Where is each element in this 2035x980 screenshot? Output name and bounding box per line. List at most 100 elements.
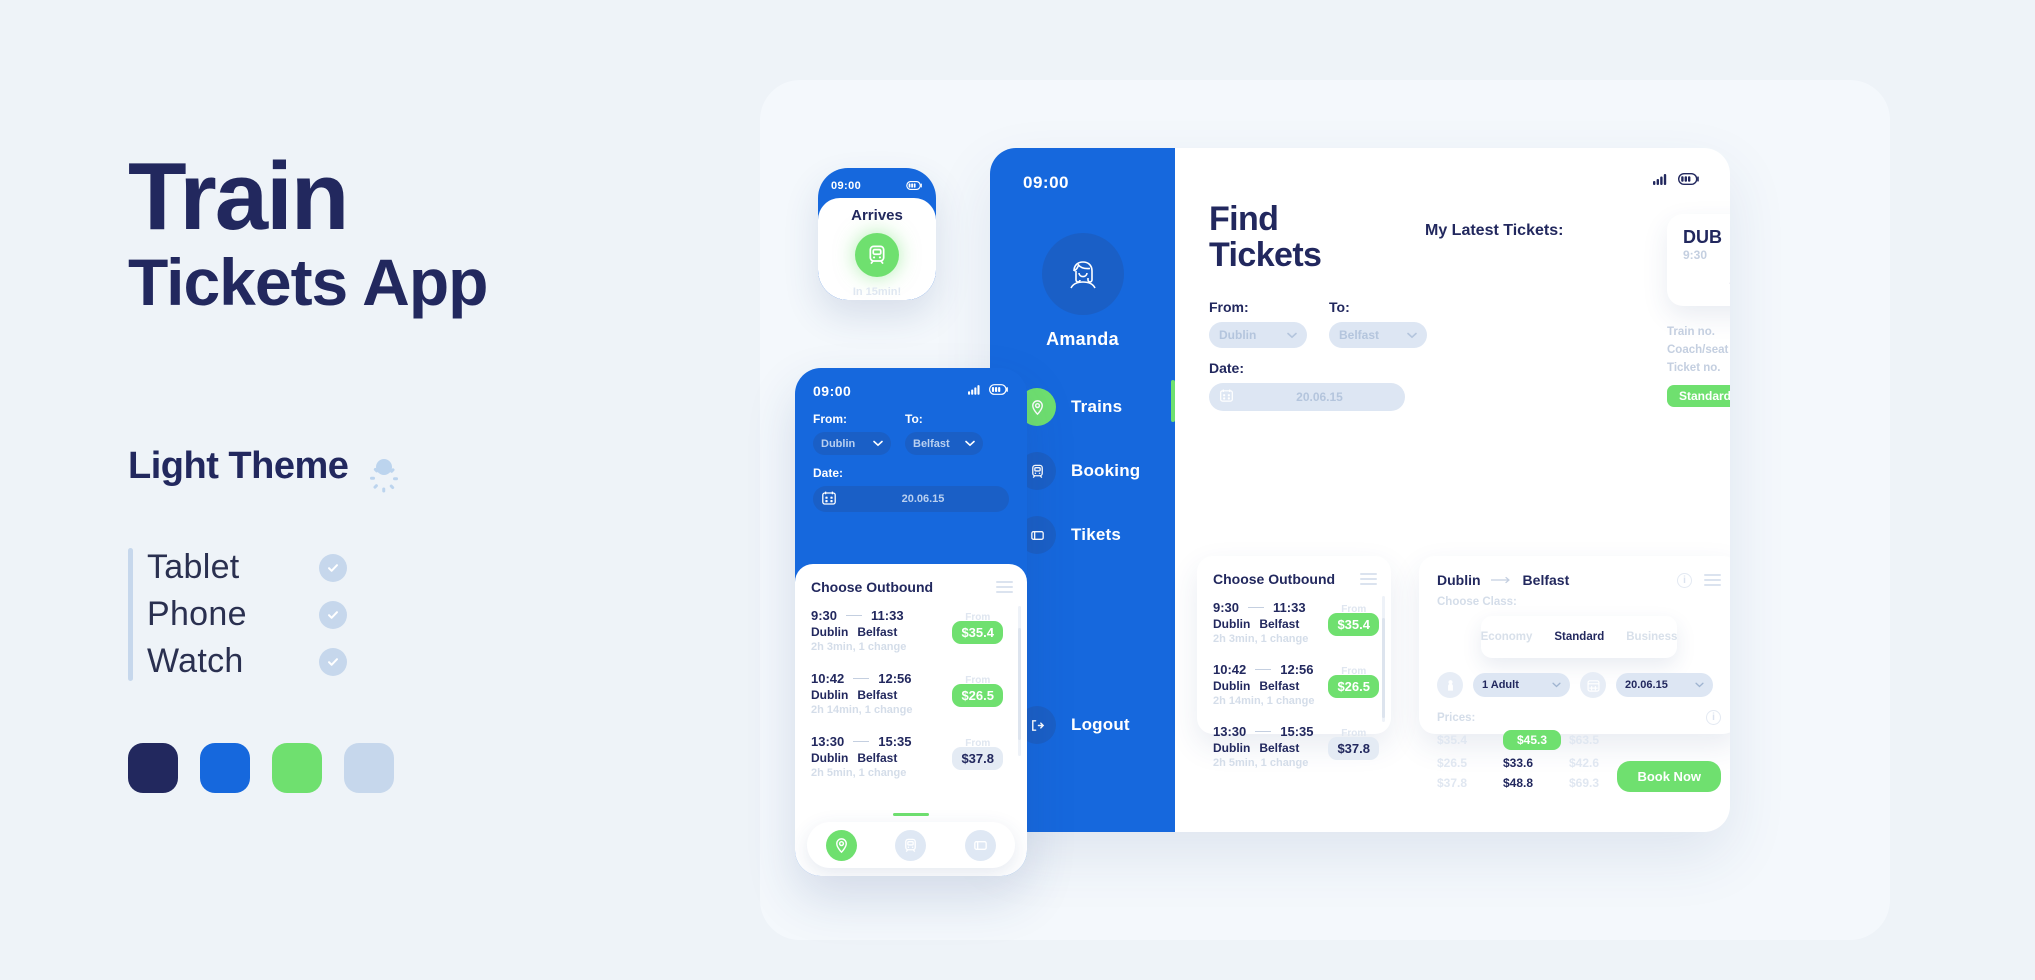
sidebar-item-trains[interactable]: Trains (1018, 388, 1175, 426)
device-label: Tablet (147, 548, 240, 587)
swatch-navy (128, 743, 178, 794)
avatar[interactable] (1041, 233, 1124, 315)
ticket-from-time: 9:30 (1683, 247, 1708, 262)
arrow-right-icon (1255, 668, 1272, 671)
status-badge: Standard (1667, 385, 1730, 407)
trip-row[interactable]: 10:42 12:56 Dublin Belfast 2h 14min, 1 c… (811, 671, 1013, 716)
sidebar-item-tickets[interactable]: Tikets (1018, 516, 1175, 554)
trip-to-city: Belfast (1259, 617, 1300, 631)
sidebar-item-logout[interactable]: Logout (1018, 706, 1130, 744)
price-standard[interactable]: $45.3 (1503, 730, 1561, 750)
device-item-phone: Phone (147, 595, 347, 634)
from-select[interactable]: Dublin (1209, 322, 1307, 349)
phone-date-input[interactable]: 20.06.15 (813, 486, 1009, 512)
class-option-standard[interactable]: Standard (1543, 631, 1615, 643)
ticket-icon[interactable] (964, 829, 996, 861)
trip-price[interactable]: $26.5 (952, 684, 1003, 707)
check-icon (319, 600, 347, 629)
price-economy: $26.5 (1437, 756, 1468, 770)
info-icon[interactable]: i (1677, 572, 1692, 588)
trip-row[interactable]: 9:30 11:33 Dublin Belfast 2h 3min, 1 cha… (1213, 600, 1379, 645)
trip-row[interactable]: 9:30 11:33 Dublin Belfast 2h 3min, 1 cha… (811, 608, 1013, 653)
scrollbar[interactable] (1018, 606, 1021, 756)
phone-date-group: Date: 20.06.15 (813, 466, 1009, 512)
signal-icon (968, 382, 982, 400)
trip-price[interactable]: $37.8 (1328, 737, 1379, 760)
device-item-tablet: Tablet (147, 548, 347, 587)
price-standard[interactable]: $48.8 (1503, 776, 1561, 790)
trip-depart-time: 13:30 (1213, 724, 1247, 739)
sidebar-item-label: Booking (1071, 461, 1141, 480)
sidebar-item-label: Tikets (1071, 525, 1122, 544)
trip-to-city: Belfast (857, 688, 898, 702)
phone-to-group: To: Belfast (905, 412, 983, 455)
page-title-line2: Tickets App (128, 245, 488, 320)
phone-date-value: 20.06.15 (901, 493, 945, 505)
watch-title: Arrives (851, 207, 903, 224)
sidebar-clock: 09:00 (1023, 173, 1069, 192)
trip-row[interactable]: 13:30 15:35 Dublin Belfast 2h 5min, 1 ch… (1213, 724, 1379, 769)
to-select[interactable]: Belfast (1329, 322, 1427, 349)
to-field-group: To: Belfast (1329, 299, 1427, 349)
sheet-handle[interactable] (893, 813, 929, 816)
sidebar-item-booking[interactable]: Booking (1018, 452, 1175, 490)
ticket-meta-row: Coach/seat 025/056 (1667, 344, 1730, 356)
trip-row[interactable]: 10:42 12:56 Dublin Belfast 2h 14min, 1 c… (1213, 662, 1379, 707)
trip-to-city: Belfast (1259, 741, 1300, 755)
trip-from-city: Dublin (811, 688, 849, 702)
chevron-down-icon (873, 438, 883, 450)
trip-arrive-time: 12:56 (1280, 662, 1314, 677)
trip-from-city: Dublin (1213, 679, 1251, 693)
date-input[interactable]: 20.06.15 (1209, 383, 1405, 412)
swatch-green (272, 743, 322, 794)
watch-subtitle: In 15min! (852, 286, 902, 298)
phone-search-form: From: Dublin To: Belfast Date: 20.06.15 (795, 400, 1027, 512)
trip-price[interactable]: $35.4 (952, 621, 1003, 644)
prices-label: Prices: (1437, 711, 1476, 724)
trip-price[interactable]: $35.4 (1328, 613, 1379, 636)
sun-icon (366, 449, 402, 493)
info-icon[interactable]: i (1706, 710, 1721, 725)
ticket-meta-row: Train no. 000-000 (1667, 326, 1730, 338)
detail-date-select[interactable]: 20.06.15 (1616, 673, 1713, 697)
intro-panel: Train Tickets App Light Theme Tablet Pho… (128, 148, 688, 794)
watch-mockup: 09:00 Arrives In 15min! (818, 168, 936, 300)
phone-outbound-title: Choose Outbound (811, 579, 934, 595)
train-icon (855, 233, 899, 277)
hamburger-icon[interactable] (1360, 573, 1377, 585)
device-item-watch: Watch (147, 642, 347, 681)
phone-from-group: From: Dublin (813, 412, 891, 455)
latest-ticket-card[interactable]: DUB 9:30 BFS 11:33 15 Jun 2020 (1667, 214, 1730, 306)
swatch-blue (200, 743, 250, 794)
trip-row[interactable]: 13:30 15:35 Dublin Belfast 2h 5min, 1 ch… (811, 734, 1013, 779)
class-option-economy[interactable]: Economy (1470, 631, 1544, 643)
detail-controls: 1 Adult 20.06.15 (1437, 672, 1721, 698)
phone-from-select[interactable]: Dublin (813, 432, 891, 455)
book-now-button[interactable]: Book Now (1617, 761, 1721, 792)
phone-to-select[interactable]: Belfast (905, 432, 983, 455)
price-row: $35.4 $45.3 $63.5 (1437, 730, 1721, 750)
location-pin-icon[interactable] (826, 829, 858, 861)
hamburger-icon[interactable] (996, 581, 1013, 593)
class-option-business[interactable]: Business (1615, 631, 1688, 643)
watch-content: Arrives In 15min! (818, 198, 936, 300)
hamburger-icon[interactable] (1704, 574, 1721, 586)
scrollbar[interactable] (1382, 596, 1385, 722)
battery-icon (1677, 172, 1700, 190)
find-title-line2: Tickets (1209, 235, 1322, 274)
train-icon[interactable] (895, 829, 927, 861)
phone-clock: 09:00 (813, 383, 852, 399)
tablet-detail-card: Dublin Belfast i Choose Class: Economy S… (1419, 556, 1730, 792)
trip-price[interactable]: $37.8 (952, 747, 1003, 770)
arrow-right-icon (853, 677, 870, 680)
date-value: 20.06.15 (1296, 390, 1343, 405)
trip-from-city: Dublin (811, 751, 849, 765)
trip-depart-time: 10:42 (1213, 662, 1247, 677)
price-standard[interactable]: $33.6 (1503, 756, 1561, 770)
trip-price[interactable]: $26.5 (1328, 675, 1379, 698)
arrow-right-icon (1248, 606, 1265, 609)
date-field-group: Date: 20.06.15 (1209, 360, 1700, 412)
passengers-select[interactable]: 1 Adult (1473, 673, 1570, 697)
price-economy: $37.8 (1437, 776, 1468, 790)
trip-arrive-time: 11:33 (1273, 600, 1306, 615)
